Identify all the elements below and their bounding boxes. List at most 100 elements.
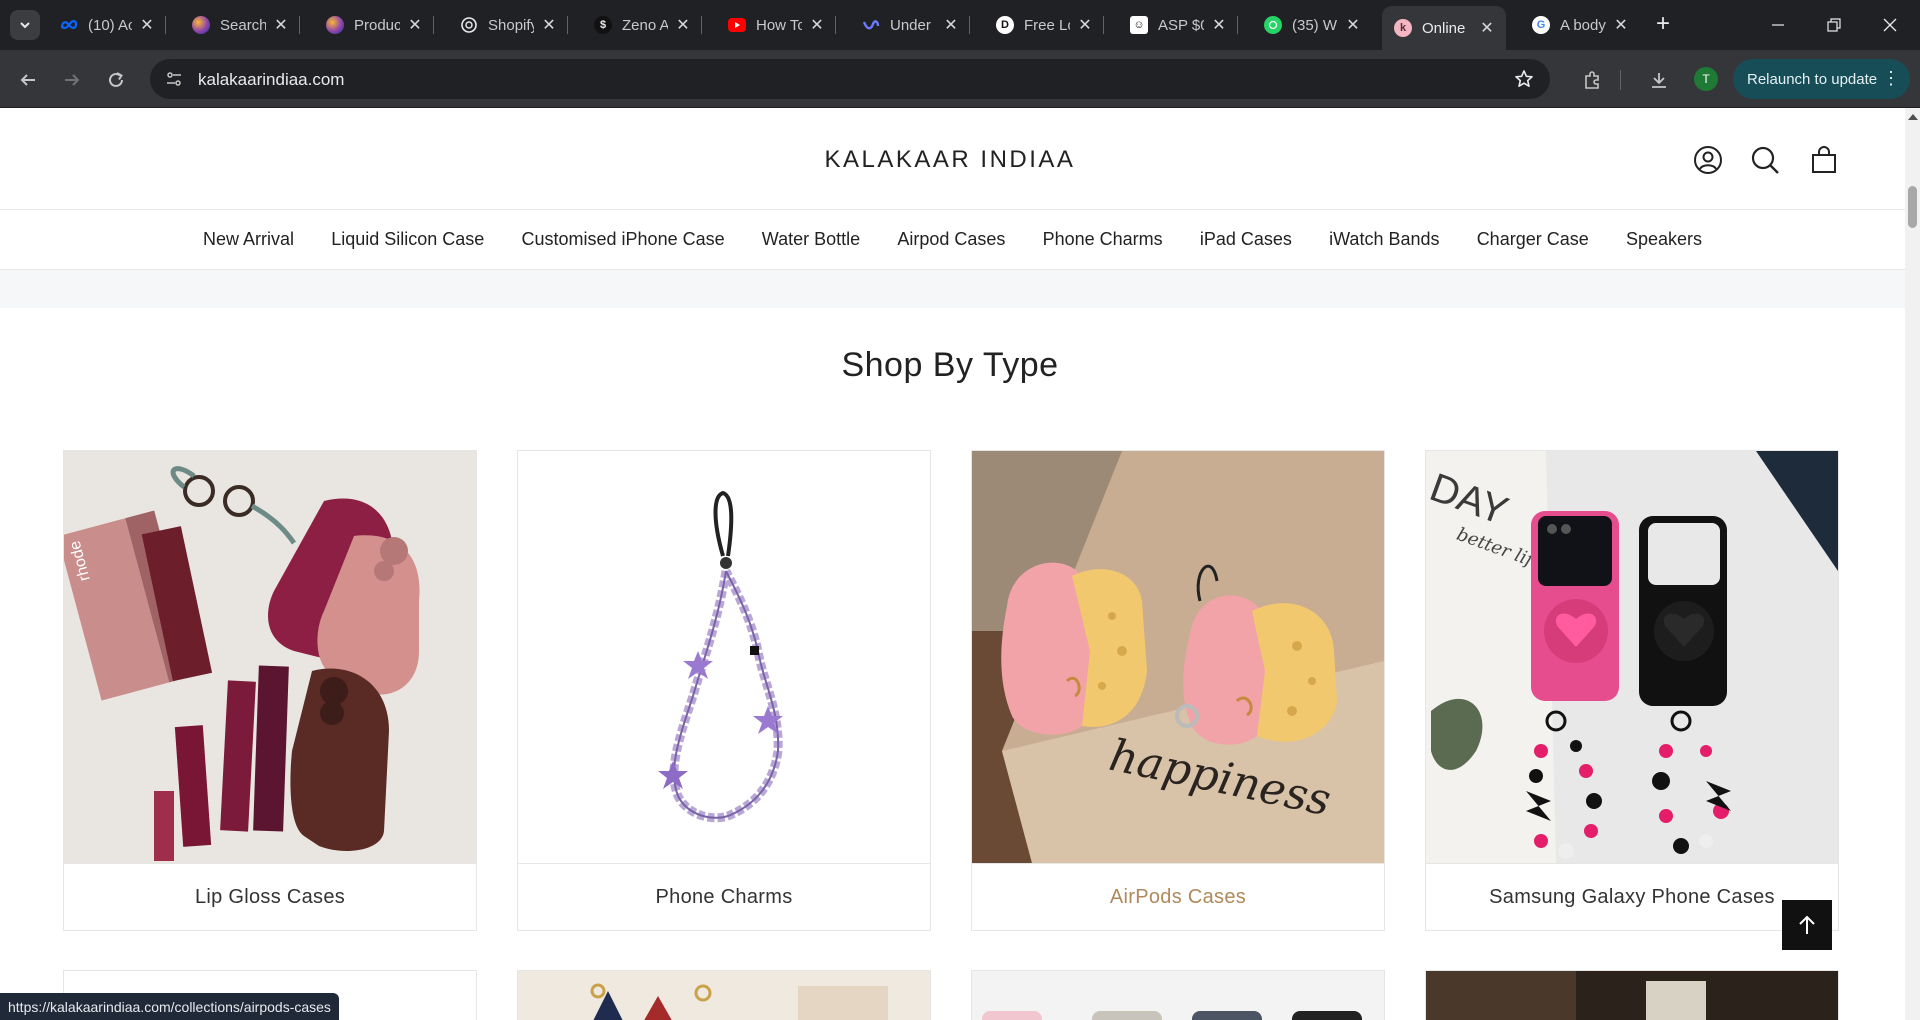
minimize-icon (1772, 24, 1784, 26)
tab-item[interactable]: (10) Ac ✕ (48, 8, 166, 42)
restore-icon (1827, 18, 1841, 32)
tab-separator (835, 16, 836, 34)
airpods-cases-image[interactable]: happiness (972, 451, 1384, 863)
collection-card-row2-image (1426, 971, 1838, 1020)
nav-item-charger-case[interactable]: Charger Case (1458, 229, 1607, 250)
asp-icon: ☺ (1130, 16, 1148, 34)
nav-item-ipad-cases[interactable]: iPad Cases (1181, 229, 1310, 250)
tab-item[interactable]: D Free Lo ✕ (984, 8, 1104, 42)
tab-item[interactable]: Search ✕ (180, 8, 300, 42)
reload-button[interactable] (100, 64, 132, 96)
nav-item-airpod-cases[interactable]: Airpod Cases (879, 229, 1024, 250)
close-icon[interactable]: ✕ (942, 16, 960, 34)
bookmark-star-icon[interactable] (1512, 67, 1536, 91)
tab-item[interactable]: Under ✕ (850, 8, 970, 42)
samsung-galaxy-cases-image[interactable]: DAY better life (1426, 451, 1838, 863)
tab-item[interactable]: $ Zeno A ✕ (582, 8, 702, 42)
close-icon[interactable]: ✕ (1344, 16, 1362, 34)
nav-item-new-arrival[interactable]: New Arrival (184, 229, 312, 250)
tab-item[interactable]: Shopify ✕ (448, 8, 568, 42)
tab-item[interactable]: Produc ✕ (314, 8, 434, 42)
web-page: KALAKAAR INDIAA New Arrival Liquid Silic… (0, 108, 1905, 1020)
tab-title: Zeno A (622, 16, 668, 34)
account-icon[interactable] (1692, 144, 1724, 176)
extensions-button[interactable] (1576, 64, 1608, 96)
back-to-top-button[interactable] (1782, 900, 1832, 950)
nav-item-phone-charms[interactable]: Phone Charms (1024, 229, 1181, 250)
minimize-button[interactable] (1750, 0, 1806, 50)
tab-item[interactable]: How Tc ✕ (716, 8, 836, 42)
tab-title: (10) Ac (88, 16, 132, 34)
collection-card-row2[interactable] (1425, 970, 1839, 1020)
tab-item[interactable]: G A body ✕ (1520, 8, 1640, 42)
new-tab-button[interactable]: + (1650, 12, 1676, 38)
nav-item-customised-iphone-case[interactable]: Customised iPhone Case (503, 229, 743, 250)
gemini-icon (192, 16, 210, 34)
page-scrollbar[interactable] (1905, 108, 1920, 1020)
tab-title: (35) W (1292, 16, 1337, 34)
close-icon[interactable]: ✕ (1478, 19, 1496, 37)
close-icon[interactable]: ✕ (674, 16, 692, 34)
nav-item-liquid-silicon-case[interactable]: Liquid Silicon Case (313, 229, 503, 250)
scrollbar-thumb[interactable] (1908, 186, 1917, 228)
close-window-button[interactable] (1862, 0, 1918, 50)
downloads-button[interactable] (1643, 64, 1675, 96)
kalakaar-icon: k (1394, 19, 1412, 37)
forward-button[interactable] (56, 64, 88, 96)
main-navigation: New Arrival Liquid Silicon Case Customis… (0, 210, 1905, 270)
url-text[interactable]: kalakaarindiaa.com (198, 70, 344, 90)
collection-card-row2[interactable] (517, 970, 931, 1020)
tab-title: Shopify (488, 16, 534, 34)
back-button[interactable] (12, 64, 44, 96)
tab-title: A body (1560, 16, 1606, 34)
close-icon[interactable]: ✕ (1076, 16, 1094, 34)
tab-title: Under (890, 16, 931, 34)
nav-item-iwatch-bands[interactable]: iWatch Bands (1311, 229, 1459, 250)
tab-item[interactable]: (35) W ✕ (1252, 8, 1372, 42)
close-icon[interactable]: ✕ (540, 16, 558, 34)
close-icon[interactable]: ✕ (272, 16, 290, 34)
collection-card-label[interactable]: Lip Gloss Cases (64, 863, 476, 930)
more-vert-icon[interactable]: ⋮ (1882, 69, 1900, 87)
collection-card-lip-gloss-cases[interactable]: rhode Lip Gloss Cases (63, 450, 477, 931)
tab-title: Produc (354, 16, 400, 34)
puzzle-icon (1585, 71, 1599, 89)
collection-card-label[interactable]: Phone Charms (518, 863, 930, 930)
nav-item-water-bottle[interactable]: Water Bottle (743, 229, 879, 250)
tab-separator (701, 16, 702, 34)
collection-card-phone-charms[interactable]: Phone Charms (517, 450, 931, 931)
tab-item-active[interactable]: k Online ✕ (1382, 6, 1506, 50)
search-icon[interactable] (1749, 144, 1781, 176)
tab-item[interactable]: ☺ ASP $0 ✕ (1118, 8, 1238, 42)
close-icon[interactable]: ✕ (1612, 16, 1630, 34)
close-icon[interactable]: ✕ (808, 16, 826, 34)
scroll-up-arrow-icon[interactable] (1908, 114, 1918, 120)
close-icon[interactable]: ✕ (1210, 16, 1228, 34)
tab-search-button[interactable] (10, 10, 40, 40)
site-info-icon[interactable] (160, 65, 188, 93)
collection-card-airpods-cases[interactable]: happiness AirPods Cases (971, 450, 1385, 931)
spongebob-airpods-case-right (1175, 595, 1337, 745)
collection-card-label[interactable]: AirPods Cases (972, 863, 1384, 930)
tab-separator (1237, 16, 1238, 34)
site-logo[interactable]: KALAKAAR INDIAA (0, 146, 1900, 174)
chevron-down-icon (20, 22, 30, 29)
restore-button[interactable] (1806, 0, 1862, 50)
collection-card-label[interactable]: Samsung Galaxy Phone Cases (1426, 863, 1838, 930)
profile-avatar[interactable]: T (1694, 67, 1718, 91)
collection-card-row2[interactable] (971, 970, 1385, 1020)
underline-icon (862, 16, 880, 34)
tab-strip: (10) Ac ✕ Search ✕ Produc ✕ Shopify ✕ $ … (0, 0, 1920, 50)
phone-charms-image[interactable] (518, 451, 930, 863)
close-icon[interactable]: ✕ (406, 16, 424, 34)
lip-gloss-cases-image[interactable]: rhode (64, 451, 476, 863)
relaunch-to-update-button[interactable]: Relaunch to update ⋮ (1733, 59, 1910, 99)
close-icon[interactable]: ✕ (138, 16, 156, 34)
address-bar[interactable]: kalakaarindiaa.com (150, 59, 1550, 99)
nav-item-speakers[interactable]: Speakers (1607, 229, 1720, 250)
meta-icon (60, 16, 78, 34)
collection-card-samsung-galaxy-phone-cases[interactable]: DAY better life Samsung Galaxy Phone Cas… (1425, 450, 1839, 931)
arrow-up-icon (1799, 915, 1815, 934)
tab-title: Online (1422, 19, 1466, 37)
cart-bag-icon[interactable] (1808, 144, 1840, 176)
